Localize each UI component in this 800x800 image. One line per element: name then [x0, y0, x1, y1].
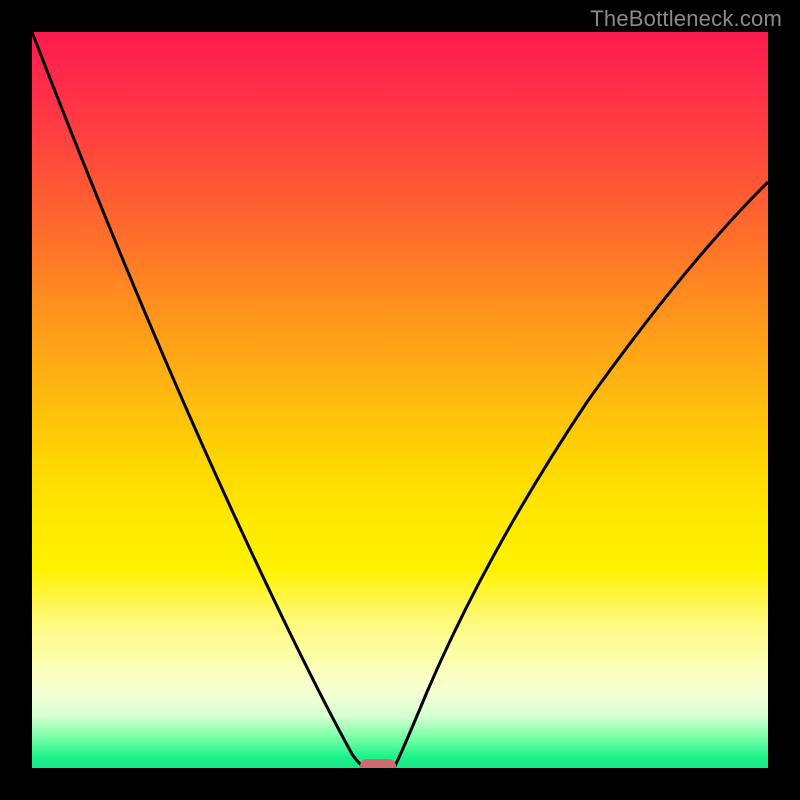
plot-area	[32, 32, 768, 768]
curves-svg	[32, 32, 768, 768]
bottleneck-marker	[360, 759, 396, 768]
right-curve	[394, 182, 768, 768]
left-curve	[32, 32, 367, 768]
watermark-text: TheBottleneck.com	[590, 6, 782, 32]
chart-frame: TheBottleneck.com	[0, 0, 800, 800]
